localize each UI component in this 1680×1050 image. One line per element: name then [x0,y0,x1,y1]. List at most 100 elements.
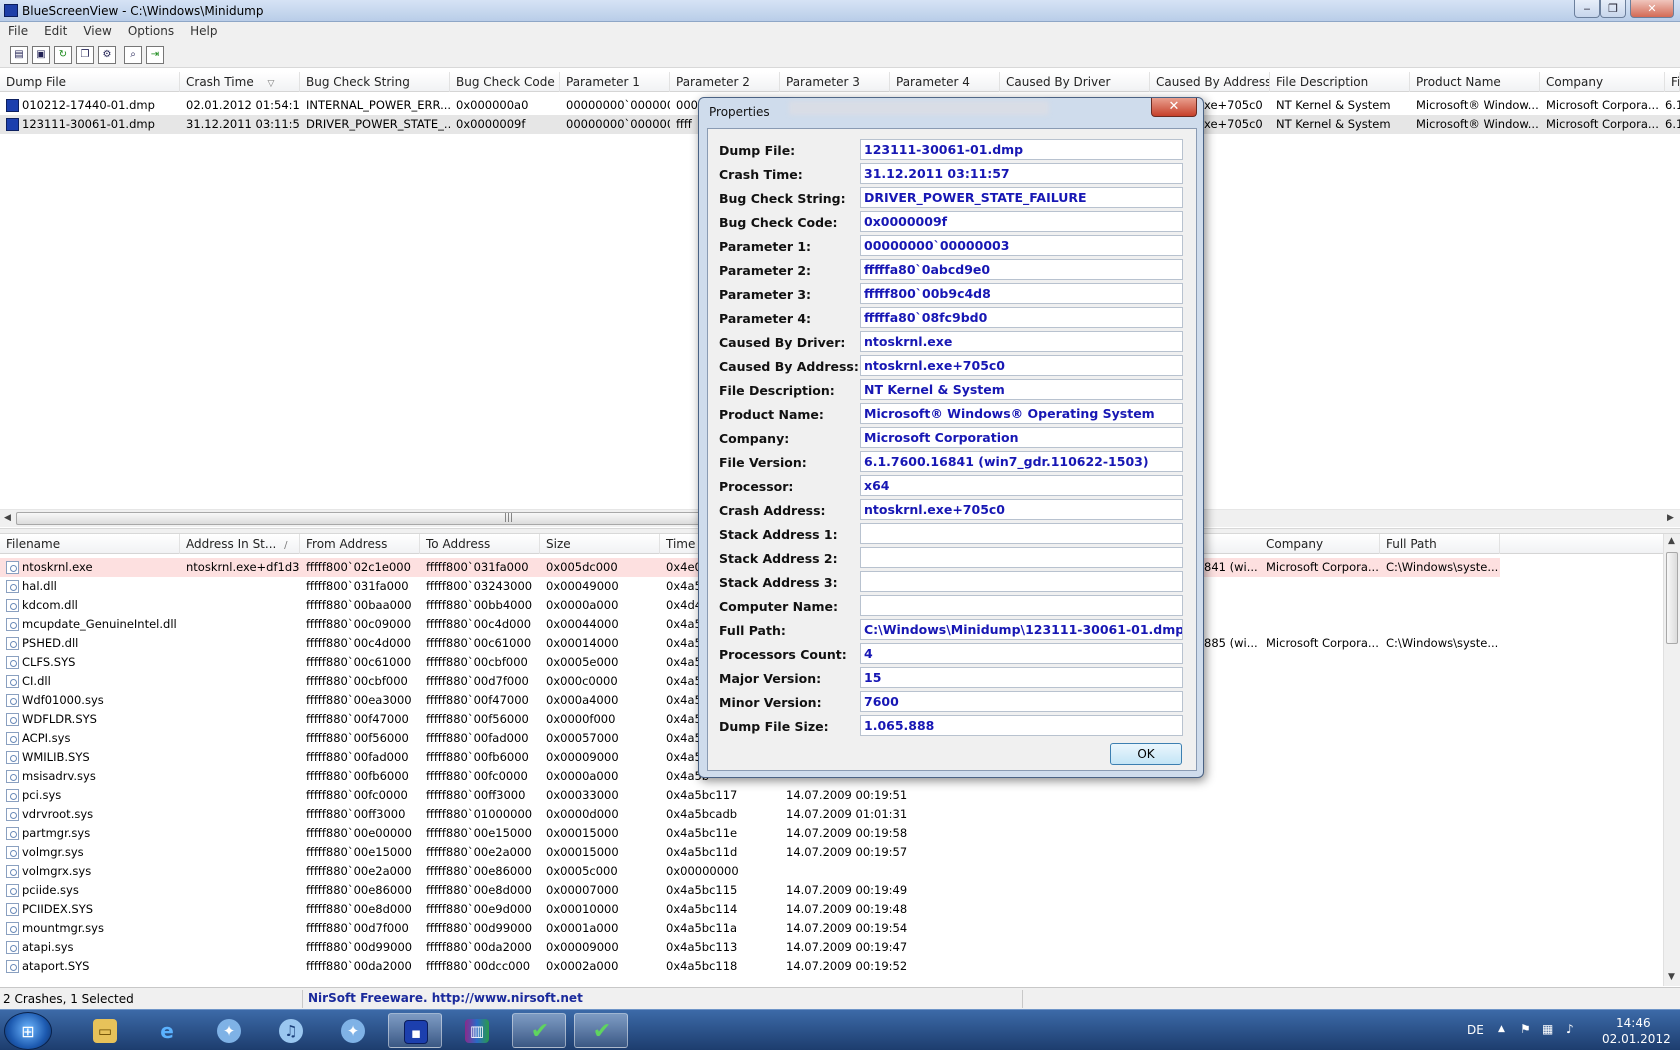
show-hidden-icons-icon[interactable]: ▲ [1498,1024,1505,1034]
column-size[interactable]: Size [540,534,660,554]
property-value-field[interactable]: fffffa80`0abcd9e0 [860,259,1183,280]
column-to-address[interactable]: To Address [420,534,540,554]
column-bug-check-string[interactable]: Bug Check String [300,72,450,92]
taskbar-app-safari-2[interactable]: ✦ [326,1013,380,1048]
taskbar-app-check-2[interactable]: ✔ [574,1013,628,1048]
column-time-stamp[interactable]: Time S [660,534,700,554]
property-value-field[interactable]: DRIVER_POWER_STATE_FAILURE [860,187,1183,208]
property-value-field[interactable]: Microsoft Corporation [860,427,1183,448]
column-caused-by-address[interactable]: Caused By Address [1150,72,1270,92]
column-parameter-4[interactable]: Parameter 4 [890,72,1000,92]
property-value-field[interactable]: C:\Windows\Minidump\123111-30061-01.dmp [860,619,1183,640]
scroll-right-icon[interactable]: ▶ [1667,513,1674,523]
property-value-field[interactable]: fffffa80`08fc9bd0 [860,307,1183,328]
module-row[interactable]: ataport.SYS fffff880`00da2000 fffff880`00d… [0,957,1663,976]
column-parameter-3[interactable]: Parameter 3 [780,72,890,92]
volume-icon[interactable]: ♪ [1566,1022,1574,1036]
property-value-field[interactable] [860,595,1183,616]
module-row[interactable]: pciide.sys fffff880`00e86000 fffff880`00e8… [0,881,1663,900]
column-dump-file[interactable]: Dump File [0,72,180,92]
column-full-path[interactable]: Full Path [1380,534,1500,554]
column-product-name[interactable]: Product Name [1410,72,1540,92]
ok-button[interactable]: OK [1110,743,1182,765]
column-address-in-stack[interactable]: Address In St... / [180,534,300,554]
action-center-flag-icon[interactable]: ⚑ [1520,1022,1531,1036]
find-icon[interactable]: ⌕ [124,46,142,64]
taskbar-app-check[interactable]: ✔ [512,1013,566,1048]
column-bug-check-code[interactable]: Bug Check Code [450,72,560,92]
start-button[interactable]: ⊞ [4,1012,52,1050]
close-button[interactable]: ✕ [1630,0,1674,18]
module-row[interactable]: vdrvroot.sys fffff880`00ff3000 fffff880`01… [0,805,1663,824]
vertical-scrollbar[interactable]: ▲ ▼ [1663,534,1680,986]
column-from-address[interactable]: From Address [300,534,420,554]
property-value-field[interactable]: NT Kernel & System [860,379,1183,400]
taskbar-app-bluescreenview[interactable]: ▪ [388,1013,442,1048]
property-value-field[interactable] [860,571,1183,592]
property-value-field[interactable]: Microsoft® Windows® Operating System [860,403,1183,424]
module-row[interactable]: volmgr.sys fffff880`00e15000 fffff880`00e2… [0,843,1663,862]
scroll-up-icon[interactable]: ▲ [1668,536,1675,546]
scroll-left-icon[interactable]: ◀ [4,513,11,523]
menu-edit[interactable]: Edit [36,22,75,38]
module-row[interactable]: partmgr.sys fffff880`00e00000 fffff880`00e… [0,824,1663,843]
property-value-field[interactable]: 6.1.7600.16841 (win7_gdr.110622-1503) [860,451,1183,472]
property-value-field[interactable]: 15 [860,667,1183,688]
menu-help[interactable]: Help [182,22,225,38]
property-value-field[interactable]: 4 [860,643,1183,664]
options-icon[interactable]: ⚙ [98,46,116,64]
column-company[interactable]: Company [1540,72,1665,92]
column-caused-by-driver[interactable]: Caused By Driver [1000,72,1150,92]
property-value-field[interactable]: ntoskrnl.exe+705c0 [860,355,1183,376]
language-indicator[interactable]: DE [1467,1023,1484,1037]
property-value-field[interactable]: fffff800`00b9c4d8 [860,283,1183,304]
column-file-description[interactable]: File Description [1270,72,1410,92]
clock-time[interactable]: 14:46 [1616,1016,1651,1030]
toolbar: ▤ ▣ ↻ ❐ ⚙ ⌕ ⇥ [0,42,1680,68]
menu-view[interactable]: View [75,22,119,38]
property-value-field[interactable]: ntoskrnl.exe [860,331,1183,352]
taskbar-app-internet-explorer[interactable]: e [140,1013,194,1048]
network-icon[interactable]: ▦ [1542,1022,1553,1036]
menu-options[interactable]: Options [120,22,182,38]
property-value-field[interactable]: 0x0000009f [860,211,1183,232]
column-file-version[interactable]: Fil [1665,72,1680,92]
copy-icon[interactable]: ❐ [76,46,94,64]
column-parameter-1[interactable]: Parameter 1 [560,72,670,92]
exit-icon[interactable]: ⇥ [146,46,164,64]
property-value-field[interactable]: 123111-30061-01.dmp [860,139,1183,160]
column-filename[interactable]: Filename [0,534,180,554]
module-row[interactable]: mountmgr.sys fffff880`00d7f000 fffff880`00… [0,919,1663,938]
menu-file[interactable]: File [0,22,36,38]
module-row[interactable]: PCIIDEX.SYS fffff880`00e8d000 fffff880`00e… [0,900,1663,919]
property-row: Parameter 3: fffff800`00b9c4d8 [708,283,1198,305]
taskbar-app-winrar[interactable]: ▥ [450,1013,504,1048]
taskbar-app-itunes[interactable]: ♫ [264,1013,318,1048]
property-value-field[interactable]: x64 [860,475,1183,496]
taskbar-app-safari[interactable]: ✦ [202,1013,256,1048]
clock-date[interactable]: 02.01.2012 [1602,1032,1671,1046]
property-value-field[interactable]: ntoskrnl.exe+705c0 [860,499,1183,520]
property-value-field[interactable]: 7600 [860,691,1183,712]
save-icon[interactable]: ▣ [32,46,50,64]
scroll-down-icon[interactable]: ▼ [1668,972,1675,982]
property-value-field[interactable] [860,547,1183,568]
restore-button[interactable]: ❐ [1600,0,1626,18]
module-row[interactable]: volmgrx.sys fffff880`00e2a000 fffff880`00e… [0,862,1663,881]
column-crash-time[interactable]: Crash Time ▽ [180,72,300,92]
property-value-field[interactable]: 00000000`00000003 [860,235,1183,256]
taskbar-app-explorer[interactable]: ▭ [78,1013,132,1048]
column-company[interactable]: Company [1260,534,1380,554]
module-row[interactable]: atapi.sys fffff880`00d99000 fffff880`00da2… [0,938,1663,957]
property-value-field[interactable]: 31.12.2011 03:11:57 [860,163,1183,184]
minimize-button[interactable]: ‒ [1574,0,1600,18]
properties-icon[interactable]: ▤ [10,46,28,64]
dialog-close-button[interactable]: ✕ [1151,98,1197,117]
property-value-field[interactable] [860,523,1183,544]
nirsoft-link[interactable]: NirSoft Freeware. http://www.nirsoft.net [308,991,583,1005]
scrollbar-thumb[interactable] [1666,552,1678,644]
module-row[interactable]: pci.sys fffff880`00fc0000 fffff880`00ff300… [0,786,1663,805]
column-parameter-2[interactable]: Parameter 2 [670,72,780,92]
refresh-icon[interactable]: ↻ [54,46,72,64]
property-value-field[interactable]: 1.065.888 [860,715,1183,736]
